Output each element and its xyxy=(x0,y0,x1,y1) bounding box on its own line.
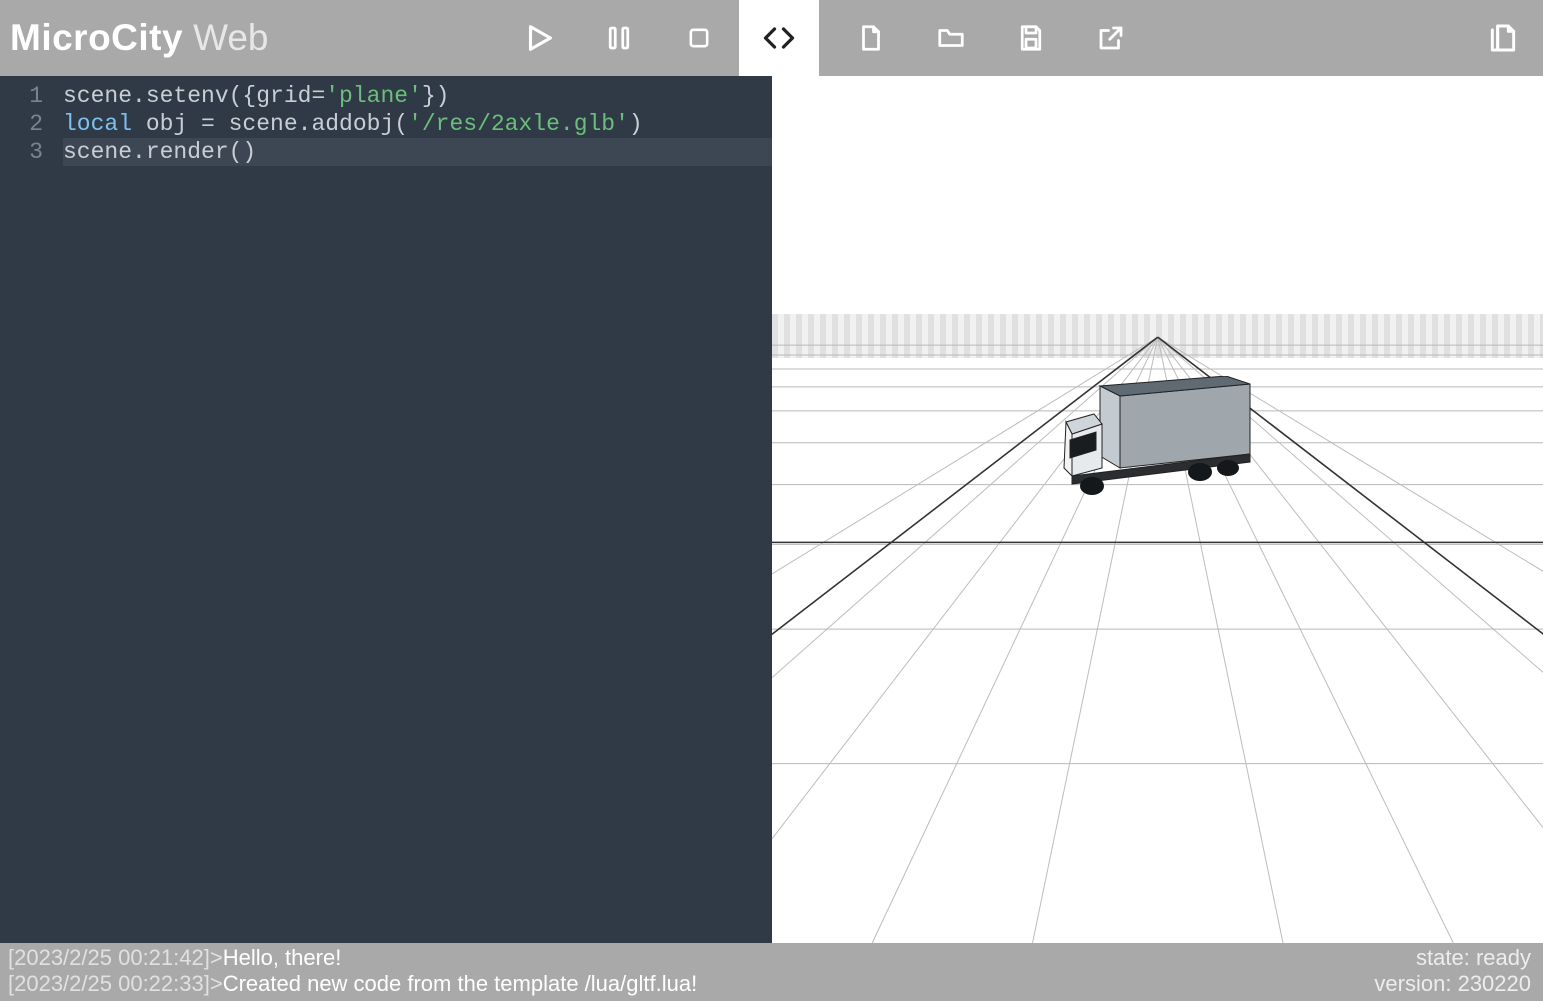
line-number: 3 xyxy=(0,138,43,166)
scene-viewport[interactable] xyxy=(772,76,1543,943)
console-timestamp: [2023/2/25 00:21:42]> xyxy=(8,945,223,971)
pause-icon xyxy=(604,23,634,53)
brand: MicroCity Web xyxy=(0,17,269,59)
line-gutter: 1 2 3 xyxy=(0,76,55,943)
toolbar: MicroCity Web xyxy=(0,0,1543,76)
file-controls xyxy=(831,0,1151,76)
code-line[interactable]: scene.setenv({grid='plane'}) xyxy=(63,82,772,110)
console-row: [2023/2/25 00:21:42]> Hello, there! stat… xyxy=(8,945,1531,971)
docs-icon xyxy=(1487,21,1519,55)
code-area[interactable]: scene.setenv({grid='plane'}) local obj =… xyxy=(55,76,772,943)
save-icon xyxy=(1016,23,1046,53)
status-value: ready xyxy=(1476,945,1531,970)
console-timestamp: [2023/2/25 00:22:33]> xyxy=(8,971,223,997)
code-icon xyxy=(761,20,797,56)
line-number: 1 xyxy=(0,82,43,110)
docs-button[interactable] xyxy=(1463,0,1543,76)
console-row: [2023/2/25 00:22:33]> Created new code f… xyxy=(8,971,1531,997)
open-button[interactable] xyxy=(911,0,991,76)
run-controls xyxy=(499,0,819,76)
code-editor[interactable]: 1 2 3 scene.setenv({grid='plane'}) local… xyxy=(0,76,772,943)
line-number: 2 xyxy=(0,110,43,138)
code-view-button[interactable] xyxy=(739,0,819,76)
code-line[interactable]: scene.render() xyxy=(63,138,772,166)
stop-icon xyxy=(685,24,713,52)
save-button[interactable] xyxy=(991,0,1071,76)
play-button[interactable] xyxy=(499,0,579,76)
version-label: version: xyxy=(1374,971,1457,996)
new-file-button[interactable] xyxy=(831,0,911,76)
share-icon xyxy=(1096,23,1126,53)
folder-icon xyxy=(934,23,968,53)
brand-main: MicroCity xyxy=(10,17,183,59)
status-label: state: xyxy=(1416,945,1476,970)
file-icon xyxy=(856,21,886,55)
brand-sub: Web xyxy=(193,17,268,59)
play-icon xyxy=(522,21,556,55)
stop-button[interactable] xyxy=(659,0,739,76)
code-line[interactable]: local obj = scene.addobj('/res/2axle.glb… xyxy=(63,110,772,138)
console: [2023/2/25 00:21:42]> Hello, there! stat… xyxy=(0,943,1543,1001)
share-button[interactable] xyxy=(1071,0,1151,76)
console-message: Hello, there! xyxy=(223,945,342,971)
main-split: 1 2 3 scene.setenv({grid='plane'}) local… xyxy=(0,76,1543,943)
pause-button[interactable] xyxy=(579,0,659,76)
version-value: 230220 xyxy=(1458,971,1531,996)
console-message: Created new code from the template /lua/… xyxy=(223,971,697,997)
truck-model-icon xyxy=(1050,376,1270,516)
